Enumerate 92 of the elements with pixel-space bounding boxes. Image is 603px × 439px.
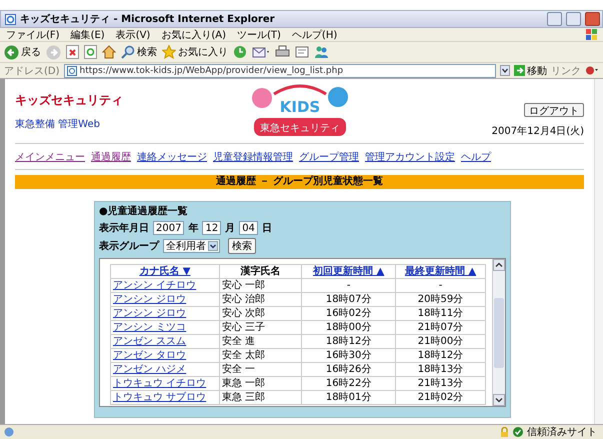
- go-arrow-icon: [514, 65, 525, 76]
- table-cell: 18時11分: [396, 306, 486, 320]
- page-heading-bar: 通過履歴 － グループ別児童状態一覧: [15, 175, 584, 189]
- toolbar-extra-icon[interactable]: [585, 65, 599, 76]
- menu-item[interactable]: ヘルプ(H): [292, 28, 338, 42]
- table-cell: 安全 太郎: [219, 348, 302, 362]
- links-label[interactable]: リンク: [551, 64, 581, 78]
- unit-label: 日: [262, 222, 272, 235]
- star-icon: [162, 45, 176, 59]
- site-subtitle: 東急整備 管理Web: [15, 118, 101, 130]
- search-button[interactable]: 検索: [121, 45, 157, 59]
- menu-item[interactable]: 表示(V): [116, 28, 150, 42]
- people-icon[interactable]: [314, 45, 328, 59]
- unit-label: 月: [225, 222, 236, 235]
- logout-button[interactable]: ログアウト: [524, 102, 584, 116]
- group-label: 表示グループ: [99, 239, 159, 253]
- table-cell: 東急 三郎: [219, 390, 302, 404]
- search-button[interactable]: 検索: [228, 238, 256, 254]
- menu-item[interactable]: ツール(T): [237, 28, 281, 42]
- history-icon[interactable]: [233, 45, 247, 59]
- search-icon: [121, 45, 135, 59]
- nav-link[interactable]: グループ管理: [299, 150, 359, 164]
- page-status-icon: [4, 427, 14, 437]
- table-cell: 21時02分: [396, 390, 486, 404]
- table-cell: 18時12分: [396, 348, 486, 362]
- table-cell: 安心 三子: [219, 320, 302, 334]
- table-cell: 安全 一: [219, 362, 302, 376]
- table-cell: 安心 一郎: [219, 278, 302, 292]
- minimize-button[interactable]: [547, 12, 562, 26]
- address-url: https://www.tok-kids.jp/WebApp/provider/view_log_list.php: [80, 66, 344, 76]
- table-cell: 21時00分: [396, 334, 486, 348]
- nav-link[interactable]: 連絡メッセージ: [137, 150, 207, 164]
- back-button[interactable]: 戻る: [4, 44, 41, 60]
- table-cell: 20時59分: [396, 292, 486, 306]
- nav-link[interactable]: 児童登録情報管理: [213, 150, 293, 164]
- windows-flag-icon: [586, 29, 597, 40]
- year-field[interactable]: 2007: [153, 221, 184, 235]
- group-select-value: 全利用者: [166, 240, 206, 253]
- table-cell: 21時07分: [396, 320, 486, 334]
- table-cell: 18時13分: [396, 362, 486, 376]
- address-field[interactable]: https://www.tok-kids.jp/WebApp/provider/view_log_list.php: [64, 64, 496, 78]
- table-cell: 安全 進: [219, 334, 302, 348]
- column-header: 漢字氏名: [240, 266, 280, 277]
- table-cell: -: [302, 278, 396, 292]
- ie-logo-icon: [5, 14, 16, 24]
- mail-icon[interactable]: [252, 45, 270, 59]
- nav-link[interactable]: 通過履歴: [91, 150, 131, 164]
- vertical-scrollbar[interactable]: [492, 259, 505, 406]
- group-select[interactable]: 全利用者: [163, 239, 220, 253]
- current-date: 2007年12月4日(火): [492, 124, 584, 138]
- month-field[interactable]: 12: [202, 221, 222, 235]
- nav-link[interactable]: ヘルプ: [461, 150, 491, 164]
- site-title: キッズセキュリティ: [15, 92, 124, 108]
- menu-item[interactable]: ファイル(F): [6, 28, 60, 42]
- go-button[interactable]: 移動: [514, 64, 547, 78]
- security-zone: 信頼済みサイト: [527, 426, 597, 439]
- edit-page-icon[interactable]: [295, 45, 309, 59]
- table-cell: 18時01分: [302, 390, 396, 404]
- scroll-up-icon[interactable]: [493, 259, 505, 271]
- table-cell: 18時07分: [302, 292, 396, 306]
- address-label: アドレス(D): [4, 64, 60, 78]
- menu-item[interactable]: 編集(E): [70, 28, 105, 42]
- check-circle-icon: [513, 427, 523, 437]
- table-cell: 安心 治郎: [219, 292, 302, 306]
- table-cell: 16時26分: [302, 362, 396, 376]
- panel-title: ●児童通過履歴一覧: [99, 204, 189, 218]
- menu-item[interactable]: お気に入り(A): [161, 28, 226, 42]
- maximize-button[interactable]: [566, 12, 581, 26]
- refresh-icon[interactable]: [84, 45, 97, 59]
- favorites-button[interactable]: お気に入り: [162, 45, 228, 59]
- printer-icon[interactable]: [275, 45, 290, 59]
- day-field[interactable]: 04: [239, 221, 258, 235]
- table-cell: 安心 次郎: [219, 306, 302, 320]
- page-icon: [66, 66, 77, 76]
- window-title: キッズセキュリティ - Microsoft Internet Explorer: [20, 12, 276, 26]
- kids-logo: KIDS 東急セキュリティ: [248, 82, 352, 140]
- table-cell: 21時13分: [396, 376, 486, 390]
- lock-icon: [500, 427, 509, 437]
- nav-link[interactable]: メインメニュー: [15, 150, 85, 164]
- table-cell: 16時02分: [302, 306, 396, 320]
- stop-icon[interactable]: [66, 45, 79, 59]
- table-cell: 16時22分: [302, 376, 396, 390]
- date-label: 表示年月日: [99, 222, 149, 235]
- table-cell: 東急 一郎: [219, 376, 302, 390]
- unit-label: 年: [188, 222, 198, 235]
- table-cell: 18時00分: [302, 320, 396, 334]
- scroll-down-icon[interactable]: [493, 394, 505, 406]
- table-cell: -: [396, 278, 486, 292]
- table-cell: 16時30分: [302, 348, 396, 362]
- table-cell: 18時12分: [302, 334, 396, 348]
- home-icon[interactable]: [102, 45, 116, 59]
- nav-link[interactable]: 管理アカウント設定: [365, 150, 455, 164]
